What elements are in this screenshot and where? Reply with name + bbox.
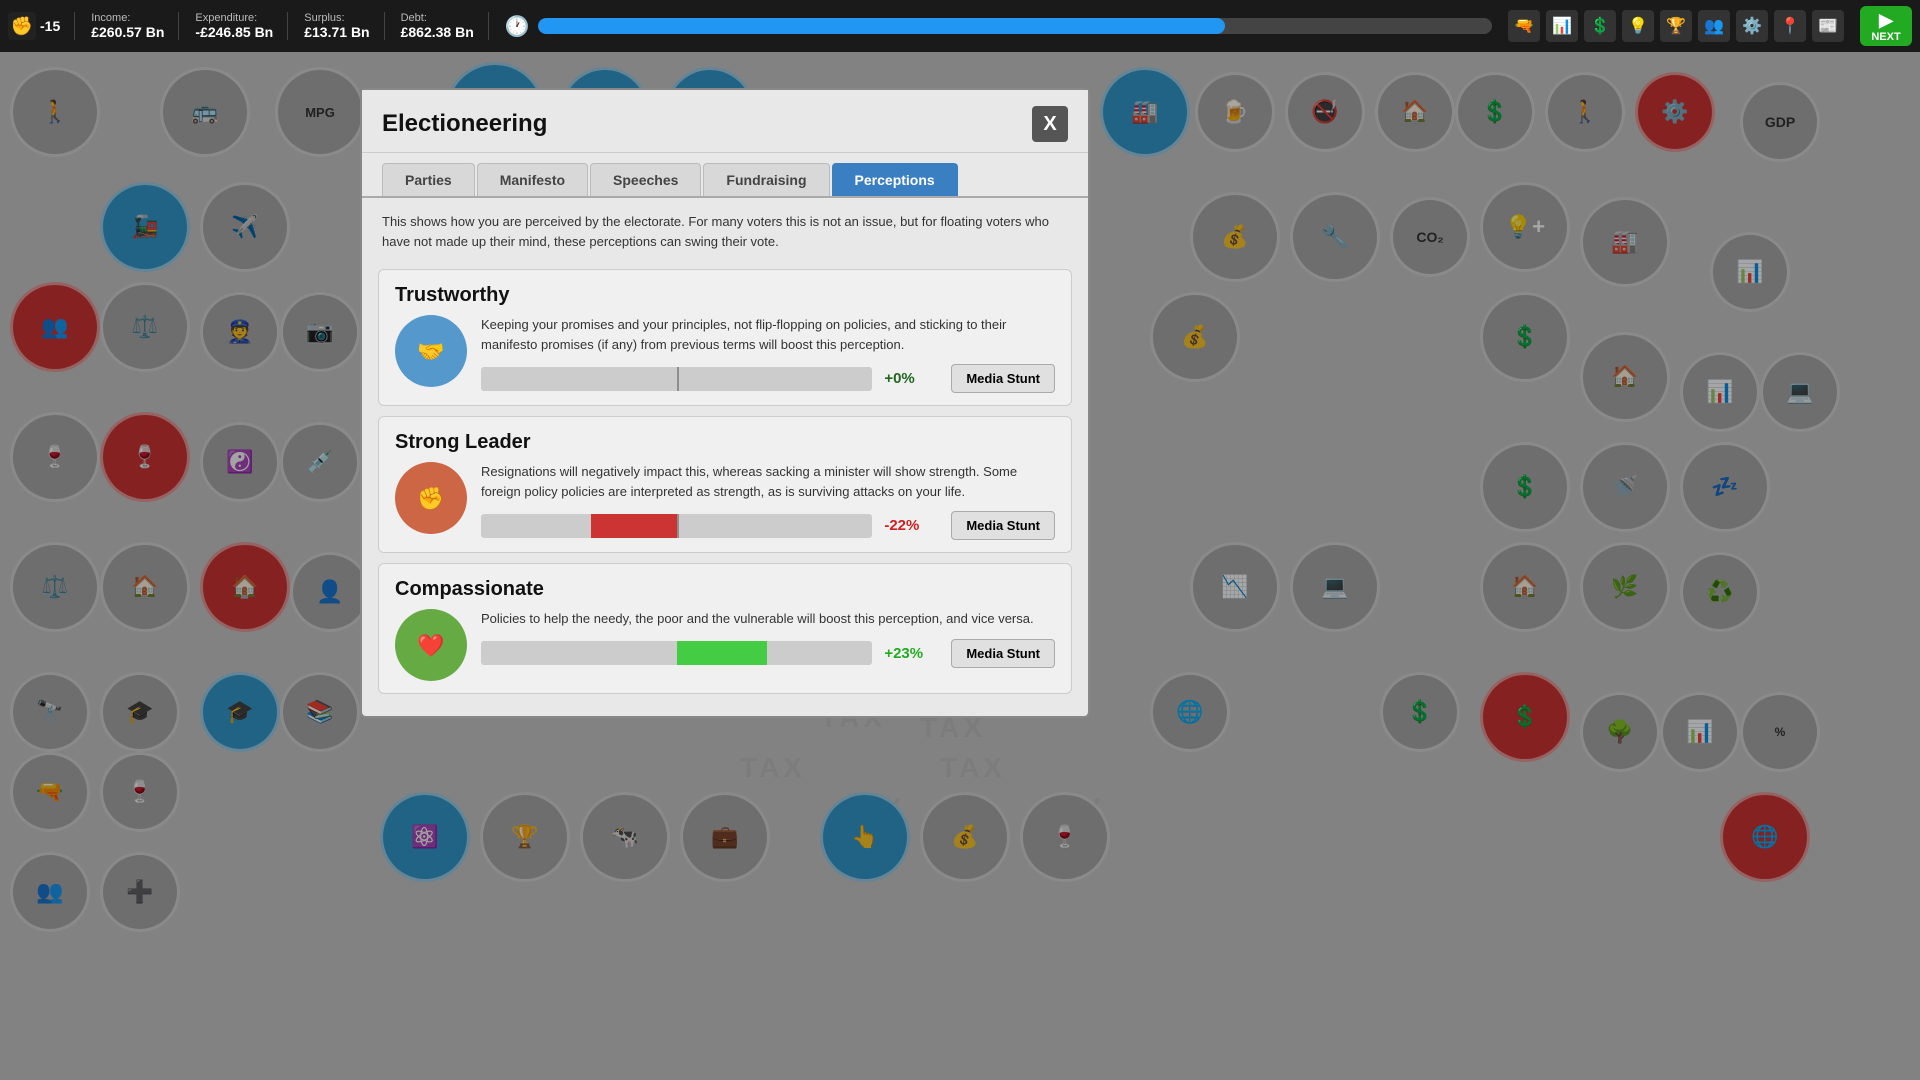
svg-text:🤝: 🤝 — [417, 339, 444, 364]
trophy-icon-btn[interactable]: 🏆 — [1660, 10, 1692, 42]
compassionate-right: Policies to help the needy, the poor and… — [481, 609, 1055, 668]
next-button[interactable]: ▶ NEXT — [1860, 6, 1912, 46]
compassionate-media-stunt-button[interactable]: Media Stunt — [951, 639, 1055, 668]
trustworthy-meter-row: +0% Media Stunt — [481, 364, 1055, 393]
trustworthy-icon: 🤝 — [395, 315, 467, 387]
news-icon-btn[interactable]: 📰 — [1812, 10, 1844, 42]
surplus-label: Surplus: — [304, 12, 369, 24]
tab-parties[interactable]: Parties — [382, 163, 475, 196]
modal-title: Electioneering — [382, 110, 547, 138]
clock-icon: 🕐 — [505, 14, 530, 39]
income-stat: Income: £260.57 Bn — [91, 12, 179, 40]
fist-icon: ✊ — [8, 12, 36, 40]
strong-leader-value: -22% — [884, 517, 939, 534]
anger-block: ✊ -15 — [8, 12, 75, 40]
time-progress-bar — [538, 18, 1492, 34]
compassionate-bar-fill — [677, 641, 767, 665]
gear-icon-btn[interactable]: ⚙️ — [1736, 10, 1768, 42]
modal-description: This shows how you are perceived by the … — [362, 198, 1088, 259]
perception-strong-leader-card: Strong Leader ✊ Resignations will negati… — [378, 416, 1072, 553]
compassionate-meter — [481, 641, 872, 665]
tab-fundraising[interactable]: Fundraising — [703, 163, 829, 196]
surplus-stat: Surplus: £13.71 Bn — [304, 12, 384, 40]
compassionate-body: ❤️ Policies to help the needy, the poor … — [395, 609, 1055, 681]
trustworthy-meter — [481, 367, 872, 391]
anger-value: -15 — [40, 18, 60, 34]
trustworthy-media-stunt-button[interactable]: Media Stunt — [951, 364, 1055, 393]
strong-leader-body: ✊ Resignations will negatively impact th… — [395, 462, 1055, 540]
compassionate-value: +23% — [884, 645, 939, 662]
meter-center-line — [677, 367, 679, 391]
income-value: £260.57 Bn — [91, 24, 164, 40]
trustworthy-desc: Keeping your promises and your principle… — [481, 315, 1055, 354]
debt-label: Debt: — [401, 12, 474, 24]
top-icons: 🔫 📊 💲 💡 🏆 👥 ⚙️ 📍 📰 — [1508, 10, 1844, 42]
map-icon-btn[interactable]: 📍 — [1774, 10, 1806, 42]
svg-text:❤️: ❤️ — [417, 633, 445, 658]
expenditure-value: -£246.85 Bn — [195, 24, 273, 40]
strong-leader-media-stunt-button[interactable]: Media Stunt — [951, 511, 1055, 540]
people-icon-btn[interactable]: 👥 — [1698, 10, 1730, 42]
svg-text:✊: ✊ — [417, 486, 444, 512]
gun-icon-btn[interactable]: 🔫 — [1508, 10, 1540, 42]
income-label: Income: — [91, 12, 164, 24]
tab-manifesto[interactable]: Manifesto — [477, 163, 588, 196]
strong-leader-desc: Resignations will negatively impact this… — [481, 462, 1055, 501]
strong-leader-right: Resignations will negatively impact this… — [481, 462, 1055, 540]
expenditure-label: Expenditure: — [195, 12, 273, 24]
strong-leader-icon: ✊ — [395, 462, 467, 534]
trustworthy-title: Trustworthy — [395, 284, 1055, 307]
debt-stat: Debt: £862.38 Bn — [401, 12, 489, 40]
debt-value: £862.38 Bn — [401, 24, 474, 40]
meter-center-line — [677, 514, 679, 538]
trustworthy-body: 🤝 Keeping your promises and your princip… — [395, 315, 1055, 393]
trustworthy-right: Keeping your promises and your principle… — [481, 315, 1055, 393]
strong-leader-meter-row: -22% Media Stunt — [481, 511, 1055, 540]
electioneering-modal: Electioneering X Parties Manifesto Speec… — [360, 88, 1090, 718]
compassionate-title: Compassionate — [395, 578, 1055, 601]
modal-tabs: Parties Manifesto Speeches Fundraising P… — [362, 153, 1088, 198]
compassionate-meter-row: +23% Media Stunt — [481, 639, 1055, 668]
strong-leader-bar-fill — [591, 514, 677, 538]
tab-perceptions[interactable]: Perceptions — [832, 163, 958, 196]
perception-trustworthy-card: Trustworthy 🤝 Keeping your promises and … — [378, 269, 1072, 406]
perception-compassionate-card: Compassionate ❤️ Policies to help the ne… — [378, 563, 1072, 694]
progress-fill — [538, 18, 1225, 34]
tab-speeches[interactable]: Speeches — [590, 163, 701, 196]
dollar-icon-btn[interactable]: 💲 — [1584, 10, 1616, 42]
strong-leader-title: Strong Leader — [395, 431, 1055, 454]
bulb-icon-btn[interactable]: 💡 — [1622, 10, 1654, 42]
surplus-value: £13.71 Bn — [304, 24, 369, 40]
strong-leader-meter — [481, 514, 872, 538]
clock-area: 🕐 — [505, 14, 1492, 39]
compassionate-icon: ❤️ — [395, 609, 467, 681]
modal-title-bar: Electioneering X — [362, 90, 1088, 153]
expenditure-stat: Expenditure: -£246.85 Bn — [195, 12, 288, 40]
chart-icon-btn[interactable]: 📊 — [1546, 10, 1578, 42]
topbar: ✊ -15 Income: £260.57 Bn Expenditure: -£… — [0, 0, 1920, 52]
close-button[interactable]: X — [1032, 106, 1068, 142]
trustworthy-value: +0% — [884, 370, 939, 387]
compassionate-desc: Policies to help the needy, the poor and… — [481, 609, 1055, 629]
